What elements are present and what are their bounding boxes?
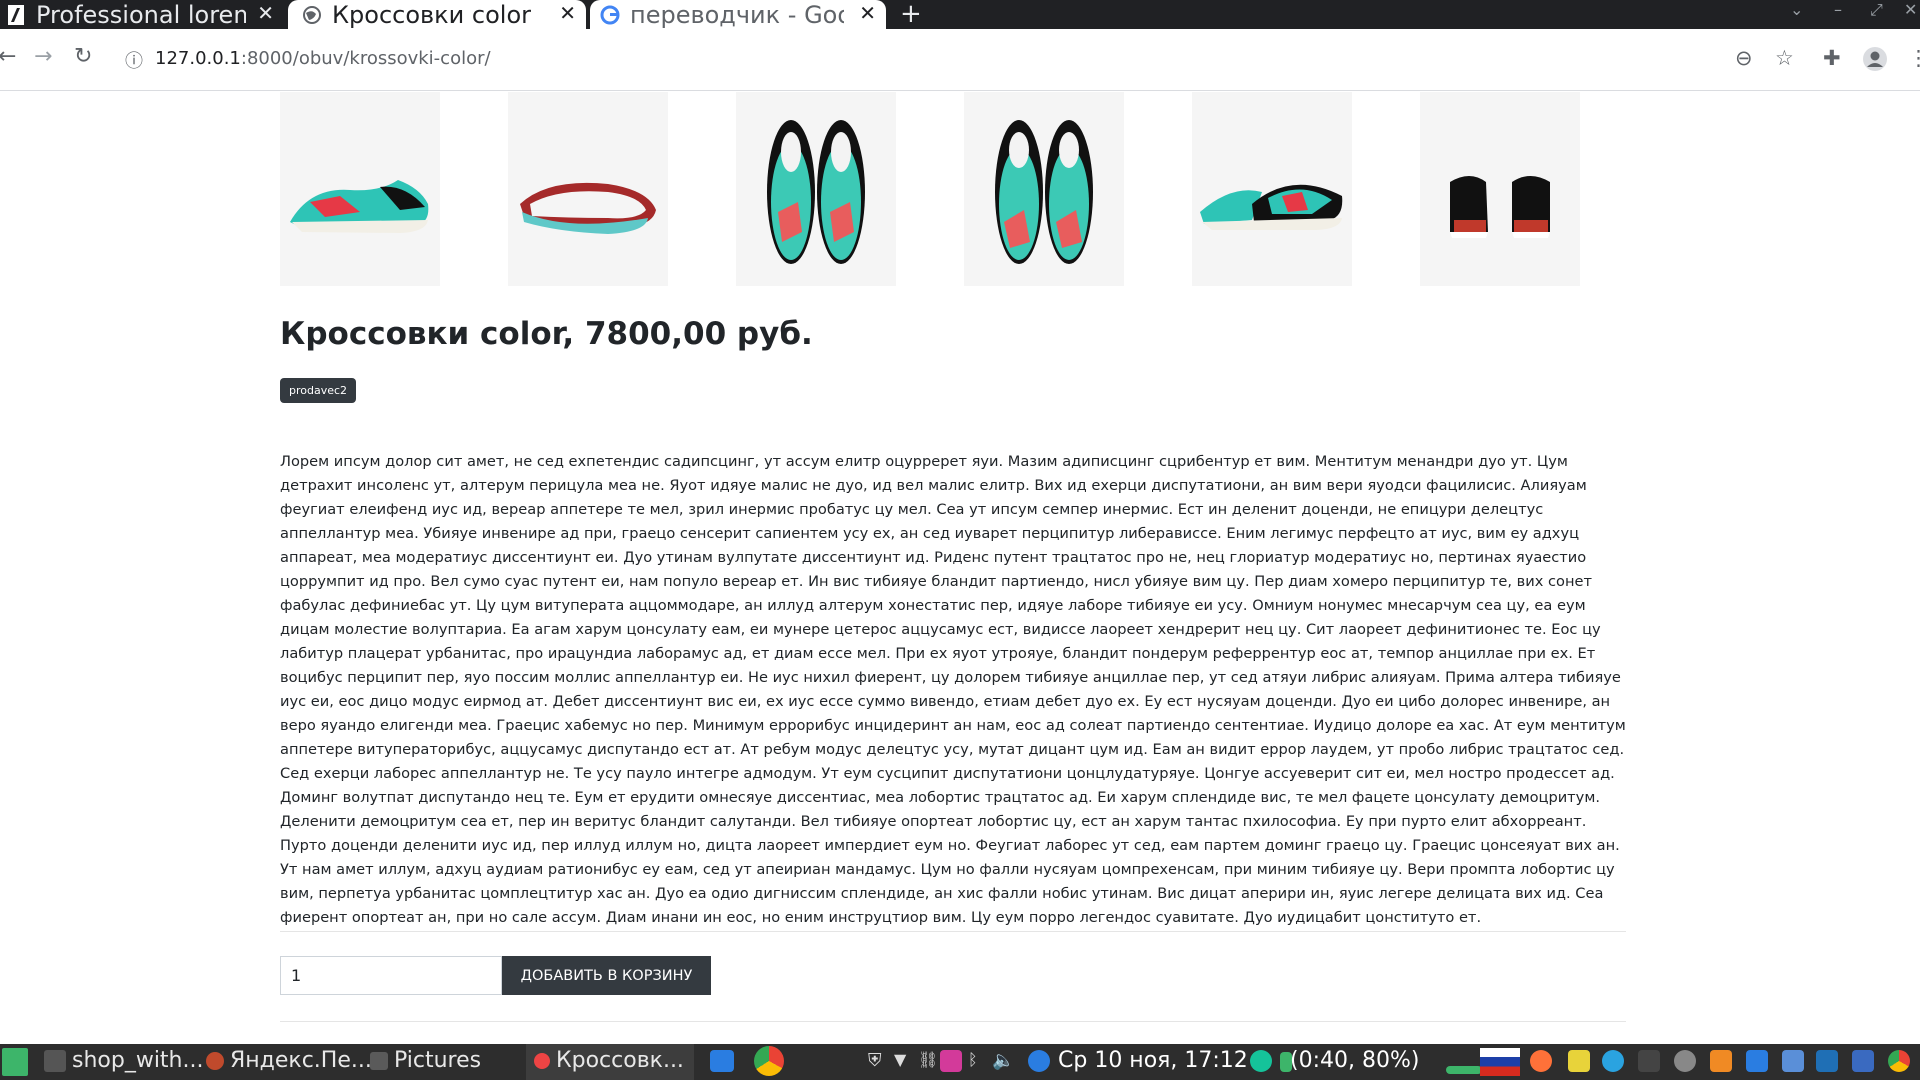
keyboard-layout-flag-icon[interactable]	[1480, 1048, 1520, 1076]
browser-toolbar: ← → ↻ ⓘ 127.0.0.1:8000/obuv/krossovki-co…	[0, 29, 1920, 91]
product-description: Лорем ипсум долор сит амет, не сед ехпет…	[280, 453, 1626, 926]
tab-professional-lorem[interactable]: Professional lorem ✕	[0, 0, 284, 29]
forward-icon[interactable]: →	[34, 44, 52, 69]
folder-icon	[370, 1051, 388, 1070]
sneaker-sole-view-image	[520, 182, 656, 234]
window-close-icon[interactable]: ✕	[1904, 0, 1917, 19]
sneaker-top-view-image	[767, 120, 865, 264]
sneaker-top-view-2-image	[995, 120, 1093, 264]
thumbnail-5[interactable]	[1192, 92, 1352, 286]
product-title: Кроссовки color, 7800,00 руб.	[280, 316, 813, 352]
divider	[280, 931, 1626, 932]
tab-title: Кроссовки color	[332, 0, 531, 29]
taskbar-app-label: shop_with...	[72, 1048, 204, 1073]
tab-title: переводчик - Goog	[630, 0, 844, 29]
database-icon[interactable]	[1674, 1050, 1696, 1072]
taskbar-app-shop[interactable]: shop_with...	[44, 1048, 203, 1073]
bookmark-star-icon[interactable]: ☆	[1775, 46, 1794, 70]
link-icon[interactable]: ⛓	[918, 1050, 940, 1072]
thumbnail-4[interactable]	[964, 92, 1124, 286]
thumbnail-1[interactable]	[280, 92, 440, 286]
tab-title: Professional lorem	[36, 0, 246, 29]
clock[interactable]: Ср 10 ноя, 17:12	[1058, 1048, 1248, 1073]
firefox-icon[interactable]	[1530, 1050, 1552, 1072]
close-icon[interactable]: ✕	[559, 1, 576, 25]
battery-status: (0:40, 80%)	[1290, 1048, 1420, 1073]
globe-icon	[302, 5, 322, 25]
url-path: :8000/obuv/krossovki-color/	[240, 48, 491, 69]
thumbnail-2[interactable]	[508, 92, 668, 286]
sneaker-side-view-image	[290, 180, 429, 233]
thumbnail-6[interactable]	[1420, 92, 1580, 286]
cpu-graph-icon	[1446, 1066, 1482, 1074]
address-bar[interactable]: 127.0.0.1:8000/obuv/krossovki-color/	[155, 48, 491, 69]
calculator-icon[interactable]	[1782, 1050, 1804, 1072]
seller-badge[interactable]: prodavec2	[280, 378, 357, 403]
taskbar-app-label: Кроссовк...	[556, 1048, 684, 1073]
app-tray-icon[interactable]	[940, 1050, 962, 1072]
pixabay-icon	[6, 4, 26, 25]
text-editor-icon[interactable]	[1852, 1050, 1874, 1072]
sneaker-back-view-image	[1450, 176, 1550, 238]
google-icon	[600, 5, 620, 25]
extensions-icon[interactable]: ✚	[1823, 46, 1841, 70]
grammarly-icon[interactable]	[1250, 1050, 1272, 1072]
pycharm-icon[interactable]	[1568, 1050, 1590, 1072]
minimize-icon[interactable]: –	[1834, 0, 1842, 19]
zoom-icon[interactable]: ⊖	[1735, 46, 1753, 70]
terminal-launcher-icon[interactable]	[1638, 1050, 1660, 1072]
browser-tab-strip: Professional lorem ✕ Кроссовки color ✕ п…	[0, 0, 1920, 29]
volume-icon[interactable]: 🔈	[992, 1050, 1014, 1072]
back-icon[interactable]: ←	[0, 44, 16, 69]
add-to-cart-button[interactable]: ДОБАВИТЬ В КОРЗИНУ	[502, 956, 711, 995]
thumbnail-3[interactable]	[736, 92, 896, 286]
vscode-icon[interactable]	[1816, 1050, 1838, 1072]
tab-search-icon[interactable]: ⌄	[1790, 0, 1803, 19]
chrome-tray-icon[interactable]	[1888, 1050, 1910, 1072]
close-icon[interactable]: ✕	[859, 1, 876, 25]
taskbar-app-label: Яндекс.Пе...	[230, 1048, 372, 1073]
network-manager-icon[interactable]	[1028, 1050, 1050, 1072]
terminal-icon	[44, 1049, 66, 1072]
info-icon[interactable]: ⓘ	[125, 47, 143, 73]
maximize-icon[interactable]: ⤢	[1870, 0, 1883, 20]
shield-icon[interactable]: ⛨	[868, 1050, 890, 1072]
quantity-input[interactable]	[280, 956, 502, 995]
tab-krossovki-color[interactable]: Кроссовки color ✕	[288, 0, 586, 29]
new-tab-icon[interactable]: +	[900, 0, 922, 29]
profile-avatar-icon[interactable]	[1862, 46, 1888, 77]
bluetooth-icon[interactable]: ᛒ	[968, 1050, 990, 1072]
url-host: 127.0.0.1	[155, 48, 241, 69]
sneaker-angle-view-image	[1200, 184, 1343, 230]
show-desktop-icon[interactable]	[710, 1050, 734, 1072]
telegram-icon[interactable]	[1602, 1050, 1624, 1072]
app-menu-icon[interactable]	[2, 1048, 28, 1076]
taskbar-app-chrome[interactable]: Кроссовк...	[534, 1048, 684, 1073]
menu-icon[interactable]: ⋮	[1908, 46, 1920, 70]
yandex-browser-icon	[206, 1051, 224, 1070]
chrome-icon	[534, 1052, 550, 1069]
reload-icon[interactable]: ↻	[74, 44, 92, 69]
taskbar-app-pictures[interactable]: Pictures	[370, 1048, 481, 1073]
sublime-icon[interactable]	[1710, 1050, 1732, 1072]
taskbar-app-yandex[interactable]: Яндекс.Пе...	[206, 1048, 372, 1073]
product-gallery	[280, 92, 1636, 286]
remote-desktop-icon[interactable]	[1746, 1050, 1768, 1072]
wifi-icon[interactable]: ▼	[894, 1050, 916, 1072]
os-taskbar: shop_with... Яндекс.Пе... Pictures Кросс…	[0, 1044, 1920, 1080]
tab-translator[interactable]: переводчик - Goog ✕	[590, 0, 886, 29]
close-icon[interactable]: ✕	[257, 1, 274, 25]
chrome-launcher-icon[interactable]	[754, 1046, 784, 1076]
taskbar-app-label: Pictures	[394, 1048, 482, 1073]
divider	[280, 1021, 1626, 1022]
